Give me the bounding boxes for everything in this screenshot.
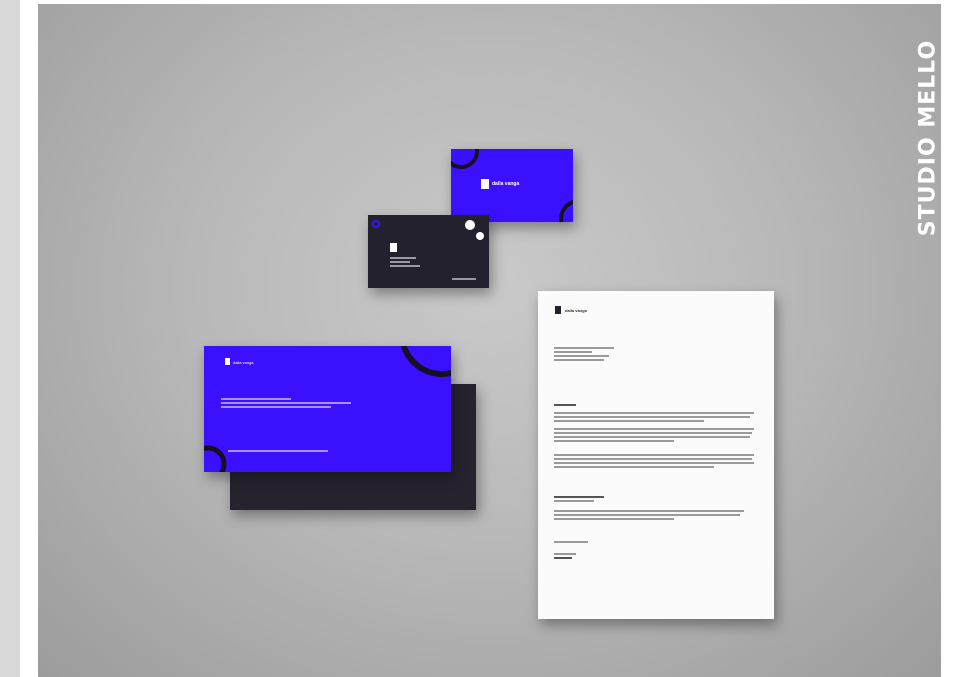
letter-address-line	[554, 359, 604, 361]
letter-body-line	[554, 432, 752, 434]
envelope-logo-text: dalla vanga	[233, 360, 254, 365]
letter-body-line	[554, 462, 754, 464]
letter-subheading-line	[554, 496, 604, 498]
envelope-footer-line	[228, 450, 328, 452]
letter-closing-line	[554, 541, 588, 543]
letter-greeting-line	[554, 404, 576, 406]
letter-signature-line	[554, 553, 576, 555]
letter-body-line	[554, 420, 704, 422]
letter-address-line	[554, 355, 609, 357]
letter-body-line	[554, 436, 750, 438]
brand-logo-icon	[555, 306, 561, 314]
envelope-address-line	[221, 398, 291, 400]
letter-body-line	[554, 412, 754, 414]
letter-body-line	[554, 416, 750, 418]
letter-body-line	[554, 458, 752, 460]
envelope-address-line	[221, 406, 331, 408]
letter-body-line	[554, 500, 594, 502]
envelope-front: dalla vanga	[204, 346, 451, 472]
letter-body-line	[554, 454, 754, 456]
letter-address-line	[554, 347, 614, 349]
brand-logo-icon	[390, 243, 397, 252]
letter-body-line	[554, 440, 674, 442]
card-contact-line	[390, 265, 420, 267]
card-contact-line	[452, 278, 476, 280]
business-card-front: dalla vanga	[451, 149, 573, 222]
letter-body-line	[554, 518, 674, 520]
card-contact-line	[390, 257, 416, 259]
letter-signature-line	[554, 557, 572, 559]
card-logo-text: dalla vanga	[492, 181, 520, 187]
studio-brand-text: STUDIO MELLO	[915, 39, 941, 236]
mockup-photo: dalla vanga dalla vanga dalla vanga	[38, 4, 941, 677]
brand-logo-icon	[481, 179, 489, 189]
letterhead-sheet: dalla vanga	[538, 291, 774, 619]
letter-logo-text: dalla vanga	[565, 308, 587, 313]
letter-body-line	[554, 514, 740, 516]
envelope-address-line	[221, 402, 351, 404]
studio-brand-label: STUDIO MELLO	[912, 15, 944, 260]
letter-address-line	[554, 351, 592, 353]
brand-logo-icon	[225, 358, 230, 365]
letter-body-line	[554, 466, 714, 468]
letter-body-line	[554, 510, 744, 512]
letter-body-line	[554, 428, 754, 430]
card-contact-line	[390, 261, 410, 263]
business-card-back	[368, 215, 489, 288]
left-panel-strip	[0, 0, 20, 677]
